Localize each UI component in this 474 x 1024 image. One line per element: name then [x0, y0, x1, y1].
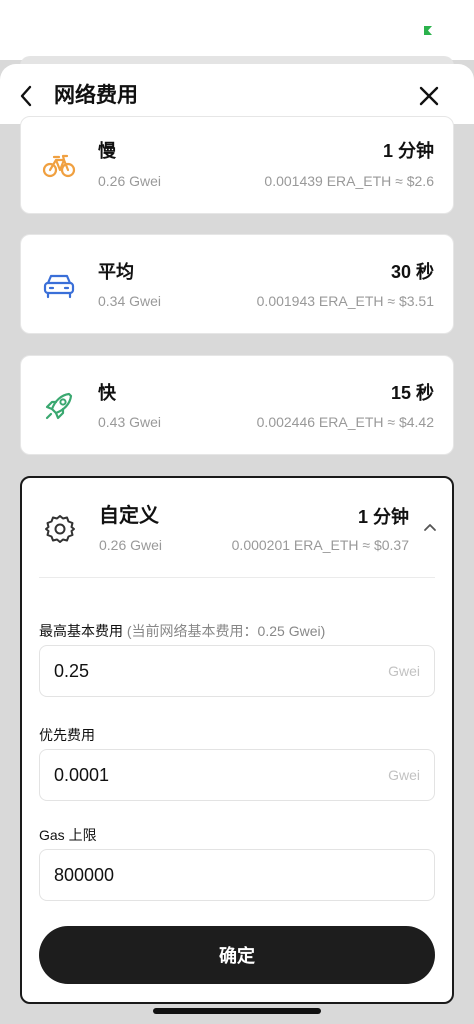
option-cost: 0.001943 ERA_ETH ≈ $3.51	[256, 293, 434, 309]
status-bar	[0, 0, 474, 60]
chevron-up-icon[interactable]	[422, 521, 438, 533]
home-indicator	[153, 1008, 321, 1014]
max-base-fee-label: 最高基本费用 (当前网络基本费用：0.25 Gwei)	[39, 622, 325, 640]
option-cost: 0.000201 ERA_ETH ≈ $0.37	[231, 537, 409, 553]
option-time: 1 分钟	[382, 141, 434, 161]
fee-option-fast[interactable]: 快 0.43 Gwei 15 秒 0.002446 ERA_ETH ≈ $4.4…	[20, 355, 454, 455]
page-title: 网络费用	[54, 84, 138, 107]
option-name: 快	[98, 383, 116, 403]
bicycle-icon	[42, 154, 76, 178]
gas-limit-input[interactable]	[54, 850, 354, 900]
custom-divider	[39, 577, 435, 578]
current-base-fee-hint: (当前网络基本费用：0.25 Gwei)	[126, 623, 326, 639]
priority-fee-label: 优先费用	[39, 727, 95, 743]
gear-icon	[45, 515, 75, 543]
gas-limit-field[interactable]	[39, 849, 435, 901]
option-time: 15 秒	[390, 383, 434, 403]
priority-fee-unit: Gwei	[388, 767, 420, 783]
gas-limit-label: Gas 上限	[39, 827, 97, 843]
priority-fee-field[interactable]: Gwei	[39, 749, 435, 801]
max-base-fee-label-text: 最高基本费用	[39, 623, 123, 639]
option-name: 平均	[98, 262, 134, 282]
option-gwei: 0.43 Gwei	[98, 414, 162, 430]
option-cost: 0.002446 ERA_ETH ≈ $4.42	[256, 414, 434, 430]
priority-fee-input[interactable]	[54, 750, 354, 800]
option-time: 1 分钟	[357, 507, 409, 527]
max-base-fee-unit: Gwei	[388, 663, 420, 679]
car-icon	[43, 274, 75, 299]
option-gwei: 0.26 Gwei	[98, 173, 162, 189]
max-base-fee-field[interactable]: Gwei	[39, 645, 435, 697]
option-name: 自定义	[99, 505, 159, 527]
confirm-button[interactable]: 确定	[39, 926, 435, 984]
max-base-fee-input[interactable]	[54, 646, 354, 696]
option-gwei: 0.34 Gwei	[98, 293, 162, 309]
close-icon[interactable]	[416, 83, 442, 109]
option-name: 慢	[98, 141, 116, 161]
back-icon[interactable]	[14, 82, 40, 110]
fee-option-average[interactable]: 平均 0.34 Gwei 30 秒 0.001943 ERA_ETH ≈ $3.…	[20, 234, 454, 334]
option-time: 30 秒	[390, 262, 434, 282]
option-gwei: 0.26 Gwei	[99, 537, 163, 553]
option-cost: 0.001439 ERA_ETH ≈ $2.6	[264, 173, 434, 189]
status-indicator-icon	[424, 26, 432, 35]
rocket-icon	[45, 392, 73, 420]
fee-option-slow[interactable]: 慢 0.26 Gwei 1 分钟 0.001439 ERA_ETH ≈ $2.6	[20, 116, 454, 214]
